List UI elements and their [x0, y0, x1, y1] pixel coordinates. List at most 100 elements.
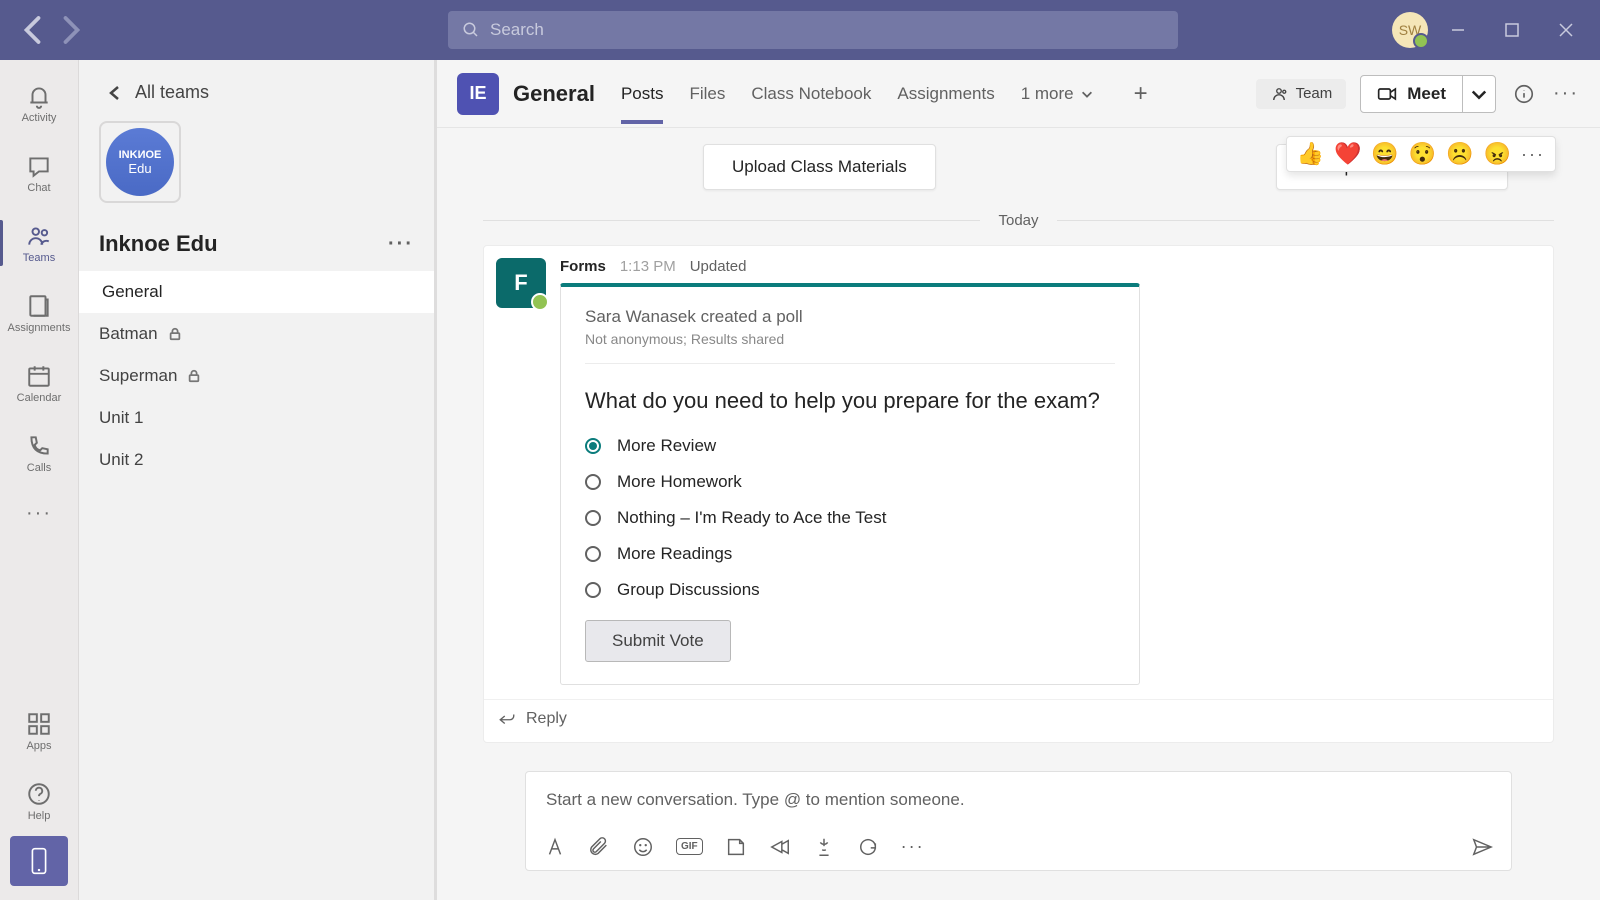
team-logo-top: INKИOE	[119, 149, 162, 161]
rail-assignments[interactable]: Assignments	[0, 278, 78, 348]
chevron-down-icon	[1469, 84, 1489, 104]
forward-button[interactable]	[52, 12, 88, 48]
reaction-angry[interactable]: 😠	[1484, 141, 1511, 167]
meet-button[interactable]: Meet	[1360, 75, 1496, 113]
channel-title: General	[513, 81, 595, 107]
header-more-button[interactable]: ···	[1552, 82, 1580, 105]
rail-calendar[interactable]: Calendar	[0, 348, 78, 418]
emoji-icon[interactable]	[632, 836, 654, 858]
info-button[interactable]	[1510, 83, 1538, 105]
tab-posts[interactable]: Posts	[621, 64, 664, 124]
poll-option-0[interactable]: More Review	[585, 436, 1115, 456]
reaction-thumbsup[interactable]: 👍	[1297, 141, 1324, 167]
rail-activity[interactable]: Activity	[0, 68, 78, 138]
poll-option-3[interactable]: More Readings	[585, 544, 1115, 564]
poll-option-1[interactable]: More Homework	[585, 472, 1115, 492]
send-button[interactable]	[1471, 836, 1493, 858]
tab-assignments[interactable]: Assignments	[897, 64, 994, 124]
titlebar: SW	[0, 0, 1600, 60]
poll-option-label: More Review	[617, 436, 716, 456]
channel-general[interactable]: General	[79, 271, 434, 313]
reply-icon	[498, 710, 516, 728]
reactions-bar: 👍 ❤️ 😄 😯 ☹️ 😠 ···	[1286, 136, 1556, 172]
maximize-button[interactable]	[1500, 23, 1524, 37]
reaction-sad[interactable]: ☹️	[1446, 141, 1473, 167]
reply-button[interactable]: Reply	[484, 699, 1553, 742]
teams-icon	[26, 223, 52, 249]
meetnow-icon[interactable]	[769, 836, 791, 858]
lock-icon	[187, 369, 201, 383]
loop-icon[interactable]	[857, 836, 879, 858]
rail-assignments-label: Assignments	[8, 322, 71, 334]
radio-icon	[585, 582, 601, 598]
gif-icon[interactable]: GIF	[676, 838, 703, 855]
poll-option-4[interactable]: Group Discussions	[585, 580, 1115, 600]
meet-dropdown[interactable]	[1463, 76, 1495, 112]
search-input[interactable]	[490, 20, 1164, 40]
app-rail: Activity Chat Teams Assignments Calendar…	[0, 60, 79, 900]
all-teams-label: All teams	[135, 82, 209, 103]
compose-box[interactable]: Start a new conversation. Type @ to ment…	[525, 771, 1512, 871]
rail-apps[interactable]: Apps	[0, 696, 78, 766]
reaction-more[interactable]: ···	[1521, 144, 1545, 165]
add-tab-button[interactable]: +	[1134, 80, 1148, 108]
team-button[interactable]: Team	[1256, 79, 1347, 109]
team-more-button[interactable]: ···	[388, 233, 414, 256]
submit-vote-button[interactable]: Submit Vote	[585, 620, 731, 662]
user-avatar[interactable]: SW	[1392, 12, 1428, 48]
channel-batman[interactable]: Batman	[79, 313, 434, 355]
rail-more[interactable]: ···	[0, 488, 78, 538]
rail-chat[interactable]: Chat	[0, 138, 78, 208]
search-icon	[462, 21, 480, 39]
rail-apps-label: Apps	[26, 740, 51, 752]
team-logo-bottom: Edu	[128, 161, 151, 176]
reaction-surprised[interactable]: 😯	[1409, 141, 1436, 167]
rail-mobile[interactable]	[10, 836, 68, 886]
forms-avatar: F	[496, 258, 546, 308]
upload-materials-button[interactable]: Upload Class Materials	[703, 144, 936, 190]
chat-icon	[26, 153, 52, 179]
rail-help[interactable]: Help	[0, 766, 78, 836]
sticker-icon[interactable]	[725, 836, 747, 858]
team-avatar[interactable]: INKИOE Edu	[99, 121, 181, 203]
poll-option-2[interactable]: Nothing – I'm Ready to Ace the Test	[585, 508, 1115, 528]
stream-icon[interactable]	[813, 836, 835, 858]
info-icon	[1513, 83, 1535, 105]
content-area: IE General Posts Files Class Notebook As…	[437, 60, 1600, 900]
channel-unit2[interactable]: Unit 2	[79, 439, 434, 481]
compose-more[interactable]: ···	[901, 836, 925, 857]
rail-calendar-label: Calendar	[17, 392, 62, 404]
team-button-label: Team	[1296, 85, 1333, 102]
all-teams-button[interactable]: All teams	[79, 74, 434, 121]
rail-calls[interactable]: Calls	[0, 418, 78, 488]
channel-unit1[interactable]: Unit 1	[79, 397, 434, 439]
forms-post: F Forms 1:13 PM Updated Sara Wanasek cre…	[483, 245, 1554, 743]
tab-files[interactable]: Files	[689, 64, 725, 124]
format-icon[interactable]	[544, 836, 566, 858]
compose-placeholder[interactable]: Start a new conversation. Type @ to ment…	[526, 772, 1511, 830]
minimize-button[interactable]	[1446, 23, 1470, 37]
poll-subtext: Not anonymous; Results shared	[585, 331, 1115, 364]
reply-label: Reply	[526, 710, 567, 728]
poll-creator: Sara Wanasek created a poll	[585, 307, 1115, 327]
channel-superman[interactable]: Superman	[79, 355, 434, 397]
radio-icon	[585, 474, 601, 490]
chevron-left-icon	[107, 85, 123, 101]
channel-label: Superman	[99, 366, 177, 386]
poll-option-label: More Homework	[617, 472, 742, 492]
post-updated: Updated	[690, 258, 747, 275]
chevron-down-icon	[1080, 87, 1094, 101]
help-icon	[26, 781, 52, 807]
tab-more[interactable]: 1 more	[1021, 84, 1094, 104]
rail-teams[interactable]: Teams	[0, 208, 78, 278]
channel-avatar: IE	[457, 73, 499, 115]
date-label: Today	[998, 212, 1038, 229]
sidebar: All teams INKИOE Edu Inknoe Edu ··· Gene…	[79, 60, 437, 900]
reaction-heart[interactable]: ❤️	[1334, 141, 1361, 167]
close-button[interactable]	[1554, 23, 1578, 37]
reaction-laugh[interactable]: 😄	[1371, 141, 1398, 167]
attach-icon[interactable]	[588, 836, 610, 858]
tab-class-notebook[interactable]: Class Notebook	[751, 64, 871, 124]
back-button[interactable]	[16, 12, 52, 48]
search-box[interactable]	[448, 11, 1178, 49]
